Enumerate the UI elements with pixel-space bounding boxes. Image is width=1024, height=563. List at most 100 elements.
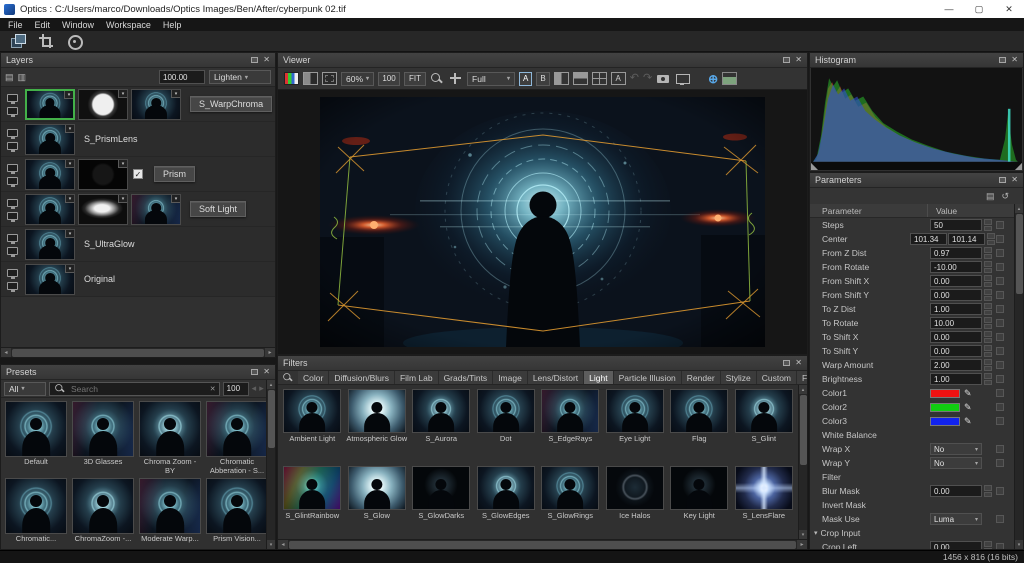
filter-thumb[interactable]	[541, 389, 599, 433]
fullscreen-icon[interactable]	[675, 72, 690, 85]
filter-thumb[interactable]	[412, 389, 470, 433]
thumb-menu-icon[interactable]: ▾	[171, 90, 180, 98]
layer-thumb[interactable]: ▾	[131, 89, 181, 120]
preset-count[interactable]: 100	[223, 382, 249, 396]
close-panel-icon[interactable]: ✕	[795, 56, 802, 64]
annotation-icon[interactable]: A	[611, 72, 626, 85]
value-stepper[interactable]	[984, 261, 992, 273]
layer-opacity-input[interactable]: 100.00	[159, 70, 205, 84]
layers-hscrollbar[interactable]: ◂ ▸	[1, 347, 275, 357]
keyframe-toggle[interactable]	[996, 459, 1004, 467]
filter-item[interactable]: Key Light	[668, 466, 731, 535]
param-value-input[interactable]: 0.00	[930, 275, 982, 287]
scroll-right-icon[interactable]: ▸	[265, 348, 275, 358]
crop-tool-icon[interactable]	[38, 34, 54, 48]
target-icon[interactable]: ⊕	[708, 73, 718, 85]
value-stepper[interactable]	[984, 485, 992, 497]
param-value-input[interactable]: 1.00	[930, 373, 982, 385]
keyframe-toggle[interactable]	[996, 375, 1004, 383]
value-stepper[interactable]	[984, 373, 992, 385]
layer-thumb[interactable]: ▾	[131, 194, 181, 225]
param-value-input[interactable]: 101.34	[910, 233, 947, 245]
keyframe-toggle[interactable]	[996, 235, 1004, 243]
param-row[interactable]: From Shift Y0.00	[810, 288, 1014, 302]
value-stepper[interactable]	[984, 331, 992, 343]
param-row[interactable]: Mask UseLuma▾	[810, 512, 1014, 526]
tab-stylize[interactable]: Stylize	[721, 371, 757, 384]
filter-item[interactable]: Ambient Light	[281, 389, 344, 458]
filter-thumb[interactable]	[283, 466, 341, 510]
filter-search-icon[interactable]	[282, 372, 293, 382]
param-row[interactable]: Blur Mask0.00	[810, 484, 1014, 498]
channels-icon[interactable]	[284, 72, 299, 85]
keyframe-toggle[interactable]	[996, 305, 1004, 313]
filter-thumb[interactable]	[606, 389, 664, 433]
value-stepper[interactable]	[984, 359, 992, 371]
param-value-input[interactable]: 1.00	[930, 303, 982, 315]
filter-thumb[interactable]	[606, 466, 664, 510]
preset-item[interactable]: ChromaZoom -...	[70, 478, 136, 550]
param-row[interactable]: Wrap XNo▾	[810, 442, 1014, 456]
filter-item[interactable]: Flag	[668, 389, 731, 458]
layer-row[interactable]: ▾▾▾S_WarpChroma	[1, 87, 275, 122]
thumb-menu-icon[interactable]: ▾	[171, 195, 180, 203]
param-row[interactable]: From Rotate-10.00	[810, 260, 1014, 274]
scroll-thumb[interactable]	[268, 390, 275, 448]
thumb-menu-icon[interactable]: ▾	[65, 160, 74, 168]
color-swatch[interactable]	[930, 389, 960, 398]
snapshot-icon[interactable]	[656, 72, 671, 85]
preset-item[interactable]: Chroma Zoom - BY	[137, 401, 203, 476]
viewer-image[interactable]	[320, 97, 765, 347]
param-row[interactable]: To Rotate10.00	[810, 316, 1014, 330]
tab-particle-illusion[interactable]: Particle Illusion	[614, 371, 682, 384]
color-picker-icon[interactable]: ✎	[964, 416, 972, 427]
scroll-down-icon[interactable]: ▾	[799, 530, 808, 539]
tab-favorites[interactable]: Favorites	[797, 371, 808, 384]
filter-thumb[interactable]	[477, 466, 535, 510]
layer-thumb[interactable]: ▾	[78, 89, 128, 120]
keyframe-toggle[interactable]	[996, 319, 1004, 327]
display-icon[interactable]	[7, 129, 18, 137]
scroll-thumb[interactable]	[289, 541, 796, 549]
menu-workspace[interactable]: Workspace	[100, 20, 157, 30]
float-panel-icon[interactable]	[999, 177, 1006, 183]
close-button[interactable]: ✕	[994, 0, 1024, 18]
preset-thumb[interactable]	[72, 401, 134, 457]
float-panel-icon[interactable]	[783, 360, 790, 366]
keyframe-toggle[interactable]	[996, 333, 1004, 341]
param-row[interactable]: Brightness1.00	[810, 372, 1014, 386]
split-left-icon[interactable]	[554, 72, 569, 85]
filter-item[interactable]: S_GlowRings	[539, 466, 602, 535]
filter-item[interactable]: S_LensFlare	[733, 466, 796, 535]
filter-item[interactable]: S_Glint	[733, 389, 796, 458]
zoom-100-button[interactable]: 100	[378, 72, 400, 86]
lens-tool-icon[interactable]	[66, 34, 82, 48]
param-row[interactable]: Color1✎	[810, 386, 1014, 400]
param-dropdown[interactable]: No▾	[930, 443, 982, 455]
keyframe-toggle[interactable]	[996, 445, 1004, 453]
filter-thumb[interactable]	[412, 466, 470, 510]
value-stepper[interactable]	[984, 541, 992, 549]
param-row[interactable]: From Z Dist0.97	[810, 246, 1014, 260]
filter-item[interactable]: S_EdgeRays	[539, 389, 602, 458]
tab-diffusion-blurs[interactable]: Diffusion/Blurs	[329, 371, 395, 384]
color-picker-icon[interactable]: ✎	[964, 388, 972, 399]
preset-item[interactable]: Moderate Warp...	[137, 478, 203, 550]
param-value-input[interactable]: 0.00	[930, 345, 982, 357]
view-b-button[interactable]: B	[536, 72, 549, 86]
undo-icon[interactable]: ↶	[630, 73, 639, 84]
keyframe-toggle[interactable]	[996, 277, 1004, 285]
filter-thumb[interactable]	[541, 466, 599, 510]
pan-tool-icon[interactable]	[448, 72, 463, 85]
media-library-icon[interactable]	[10, 34, 26, 48]
layer-list-icon[interactable]: ▤	[5, 73, 14, 82]
filter-item[interactable]: S_GlowDarks	[410, 466, 473, 535]
layer-thumb[interactable]: ▾	[25, 194, 75, 225]
param-row[interactable]: To Shift Y0.00	[810, 344, 1014, 358]
value-stepper[interactable]	[984, 289, 992, 301]
thumb-menu-icon[interactable]: ▾	[65, 125, 74, 133]
filter-item[interactable]: Dot	[475, 389, 538, 458]
value-stepper[interactable]	[984, 275, 992, 287]
scroll-down-icon[interactable]: ▾	[1015, 540, 1024, 549]
presets-vscrollbar[interactable]: ▴ ▾	[266, 380, 275, 549]
